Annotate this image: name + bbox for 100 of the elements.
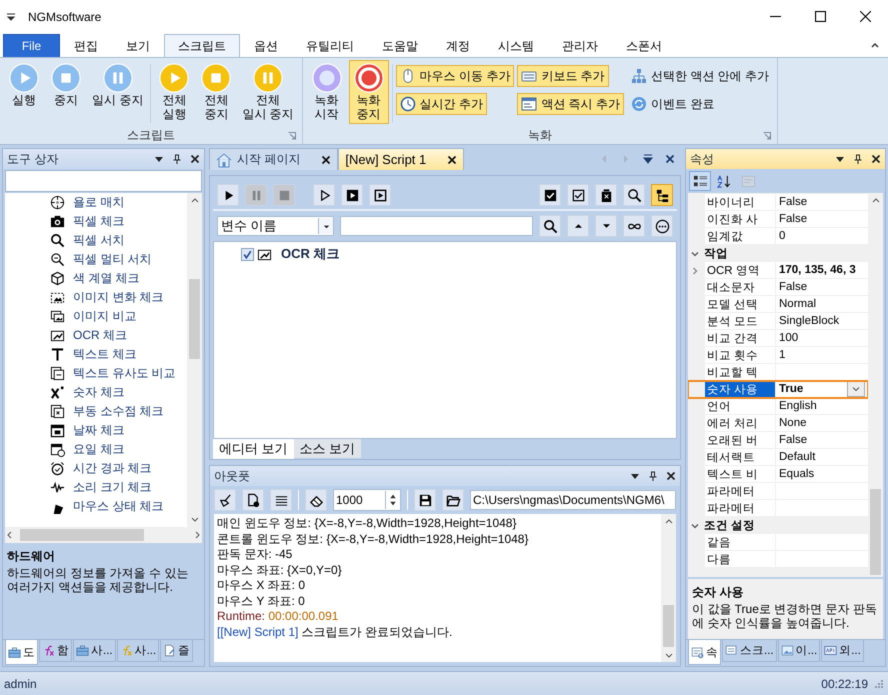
trash-button[interactable] <box>595 184 617 206</box>
checkbox[interactable] <box>241 248 254 260</box>
ribbon-button[interactable]: 키보드 추가 <box>517 65 609 87</box>
pin-icon[interactable] <box>648 471 658 481</box>
ribbon-button[interactable]: 마우스 이동 추가 <box>396 65 514 87</box>
dropdown-icon[interactable] <box>6 12 16 22</box>
zoom-button[interactable] <box>623 184 645 206</box>
categorized-button[interactable] <box>689 171 711 191</box>
expand-icon[interactable] <box>690 266 700 276</box>
toolbox-item[interactable]: OCR 체크 <box>73 327 127 344</box>
ribbon-button[interactable]: 중지 <box>46 60 86 110</box>
folder-button[interactable] <box>442 489 464 511</box>
toolbox-item[interactable]: 픽셀 체크 <box>73 213 124 230</box>
panel-tab[interactable]: 사... <box>116 640 160 662</box>
ribbon-button[interactable]: 전체 중지 <box>196 60 236 124</box>
scrollbar-thumb[interactable] <box>663 605 674 647</box>
panel-tab[interactable]: 외... <box>821 640 864 662</box>
panel-tab[interactable]: 즐 <box>160 640 194 662</box>
ribbon-tab[interactable]: 관리자 <box>548 34 612 57</box>
ribbon-tab[interactable]: 보기 <box>112 34 164 57</box>
dialog-launcher-icon[interactable] <box>763 132 772 140</box>
close-icon[interactable] <box>447 154 458 164</box>
more-button[interactable] <box>651 215 673 237</box>
ribbon-button[interactable]: 선택한 액션 안에 추가 <box>627 65 774 87</box>
search-field[interactable] <box>340 216 533 236</box>
panel-tab[interactable]: 함 <box>39 640 72 662</box>
dropdown-icon[interactable] <box>154 154 164 164</box>
toolbox-item[interactable]: 날짜 체크 <box>73 422 124 439</box>
toolbox-item[interactable]: 부동 소수점 체크 <box>73 403 164 420</box>
scrollbar-thumb[interactable] <box>870 489 881 575</box>
toolbox-item[interactable]: 텍스트 체크 <box>73 346 136 363</box>
dropdown-icon[interactable] <box>835 154 845 164</box>
toolbox-item[interactable]: 이미지 변화 체크 <box>73 289 164 306</box>
close-icon[interactable] <box>190 154 200 164</box>
dialog-launcher-icon[interactable] <box>288 132 296 140</box>
ribbon-button[interactable]: 녹화 중지 <box>348 60 389 124</box>
ribbon-button[interactable]: 전체 일시 중지 <box>238 60 298 124</box>
close-icon[interactable] <box>665 154 675 164</box>
toolbox-item[interactable]: 시간 경과 체크 <box>73 460 152 477</box>
scrollbar-thumb[interactable] <box>20 529 144 541</box>
scrollbar[interactable] <box>5 527 202 543</box>
dropdown-icon[interactable] <box>630 471 640 481</box>
eraser-button[interactable] <box>305 489 327 511</box>
next-button[interactable] <box>595 215 617 237</box>
close-icon[interactable] <box>321 154 332 164</box>
path-field[interactable]: C:\Users\ngmas\Documents\NGM6\ <box>470 490 676 510</box>
toolbox-item[interactable]: 요일 체크 <box>73 441 124 458</box>
broom-button[interactable] <box>214 489 236 511</box>
toolbox-item[interactable]: 이미지 비교 <box>73 308 136 325</box>
panel-tab[interactable]: 스크... <box>722 640 777 662</box>
toolbox-item[interactable]: 욜로 매치 <box>73 194 124 211</box>
ribbon-tab[interactable]: 옵션 <box>240 34 292 57</box>
document-tab[interactable]: 시작 페이지 <box>209 148 338 170</box>
file-menu-button[interactable]: File <box>3 34 60 57</box>
toolbox-item[interactable]: 소리 크기 체크 <box>73 479 152 496</box>
panel-tab[interactable]: 도 <box>5 640 38 665</box>
document-tab[interactable]: [New] Script 1 <box>338 148 464 170</box>
pin-icon[interactable] <box>853 154 863 164</box>
previous-button[interactable] <box>567 215 589 237</box>
loop-button[interactable] <box>623 215 645 237</box>
ribbon-tab[interactable]: 편집 <box>60 34 112 57</box>
ribbon-tab[interactable]: 시스템 <box>484 34 548 57</box>
view-tab[interactable]: 에디터 보기 <box>213 439 294 459</box>
ribbon-tab[interactable]: 계정 <box>432 34 484 57</box>
ribbon-tab[interactable]: 유틸리티 <box>292 34 368 57</box>
play-button[interactable] <box>217 184 239 206</box>
close-icon[interactable] <box>666 471 676 481</box>
save-button[interactable] <box>414 489 436 511</box>
toolbox-item[interactable]: 마우스 상태 체크 <box>73 498 164 515</box>
panel-tab[interactable]: 속 <box>688 640 721 665</box>
play-square-button[interactable] <box>369 184 391 206</box>
lines-button[interactable] <box>270 489 292 511</box>
play-square-button[interactable] <box>341 184 363 206</box>
document-button[interactable] <box>242 489 264 511</box>
variable-dropdown[interactable]: 변수 이름 <box>217 216 334 236</box>
scrollbar[interactable] <box>661 514 676 662</box>
dropdown-icon[interactable] <box>643 154 653 164</box>
count-spinbox[interactable]: 1000 <box>333 489 401 511</box>
ribbon-tab[interactable]: 스크립트 <box>164 34 240 57</box>
toolbox-item[interactable]: 텍스트 유사도 비교 <box>73 365 176 382</box>
ribbon-button[interactable]: 실행 <box>4 60 44 110</box>
panel-tab[interactable]: 이... <box>778 640 820 662</box>
ribbon-button[interactable]: 전체 실행 <box>154 60 194 124</box>
resize-grip-icon[interactable] <box>874 678 884 688</box>
ribbon-tab[interactable]: 도움말 <box>368 34 432 57</box>
scrollbar[interactable] <box>187 193 202 527</box>
ribbon-button[interactable]: 일시 중지 <box>88 60 148 110</box>
close-icon[interactable] <box>871 154 881 164</box>
search-button[interactable] <box>539 215 561 237</box>
action-node[interactable]: OCR 체크 <box>281 245 340 263</box>
toolbox-item[interactable]: 숫자 체크 <box>73 384 124 401</box>
scrollbar-thumb[interactable] <box>189 279 200 359</box>
play-outline-button[interactable] <box>313 184 335 206</box>
checkbox-button[interactable] <box>539 184 561 206</box>
ribbon-button[interactable]: 녹화 시작 <box>306 60 347 124</box>
tree-view-button[interactable] <box>651 184 673 206</box>
dropdown-button[interactable] <box>847 381 865 397</box>
ribbon-button[interactable]: 액션 즉시 추가 <box>517 93 624 115</box>
pin-icon[interactable] <box>172 154 182 164</box>
toolbox-item[interactable]: 픽셀 멀티 서치 <box>73 251 152 268</box>
